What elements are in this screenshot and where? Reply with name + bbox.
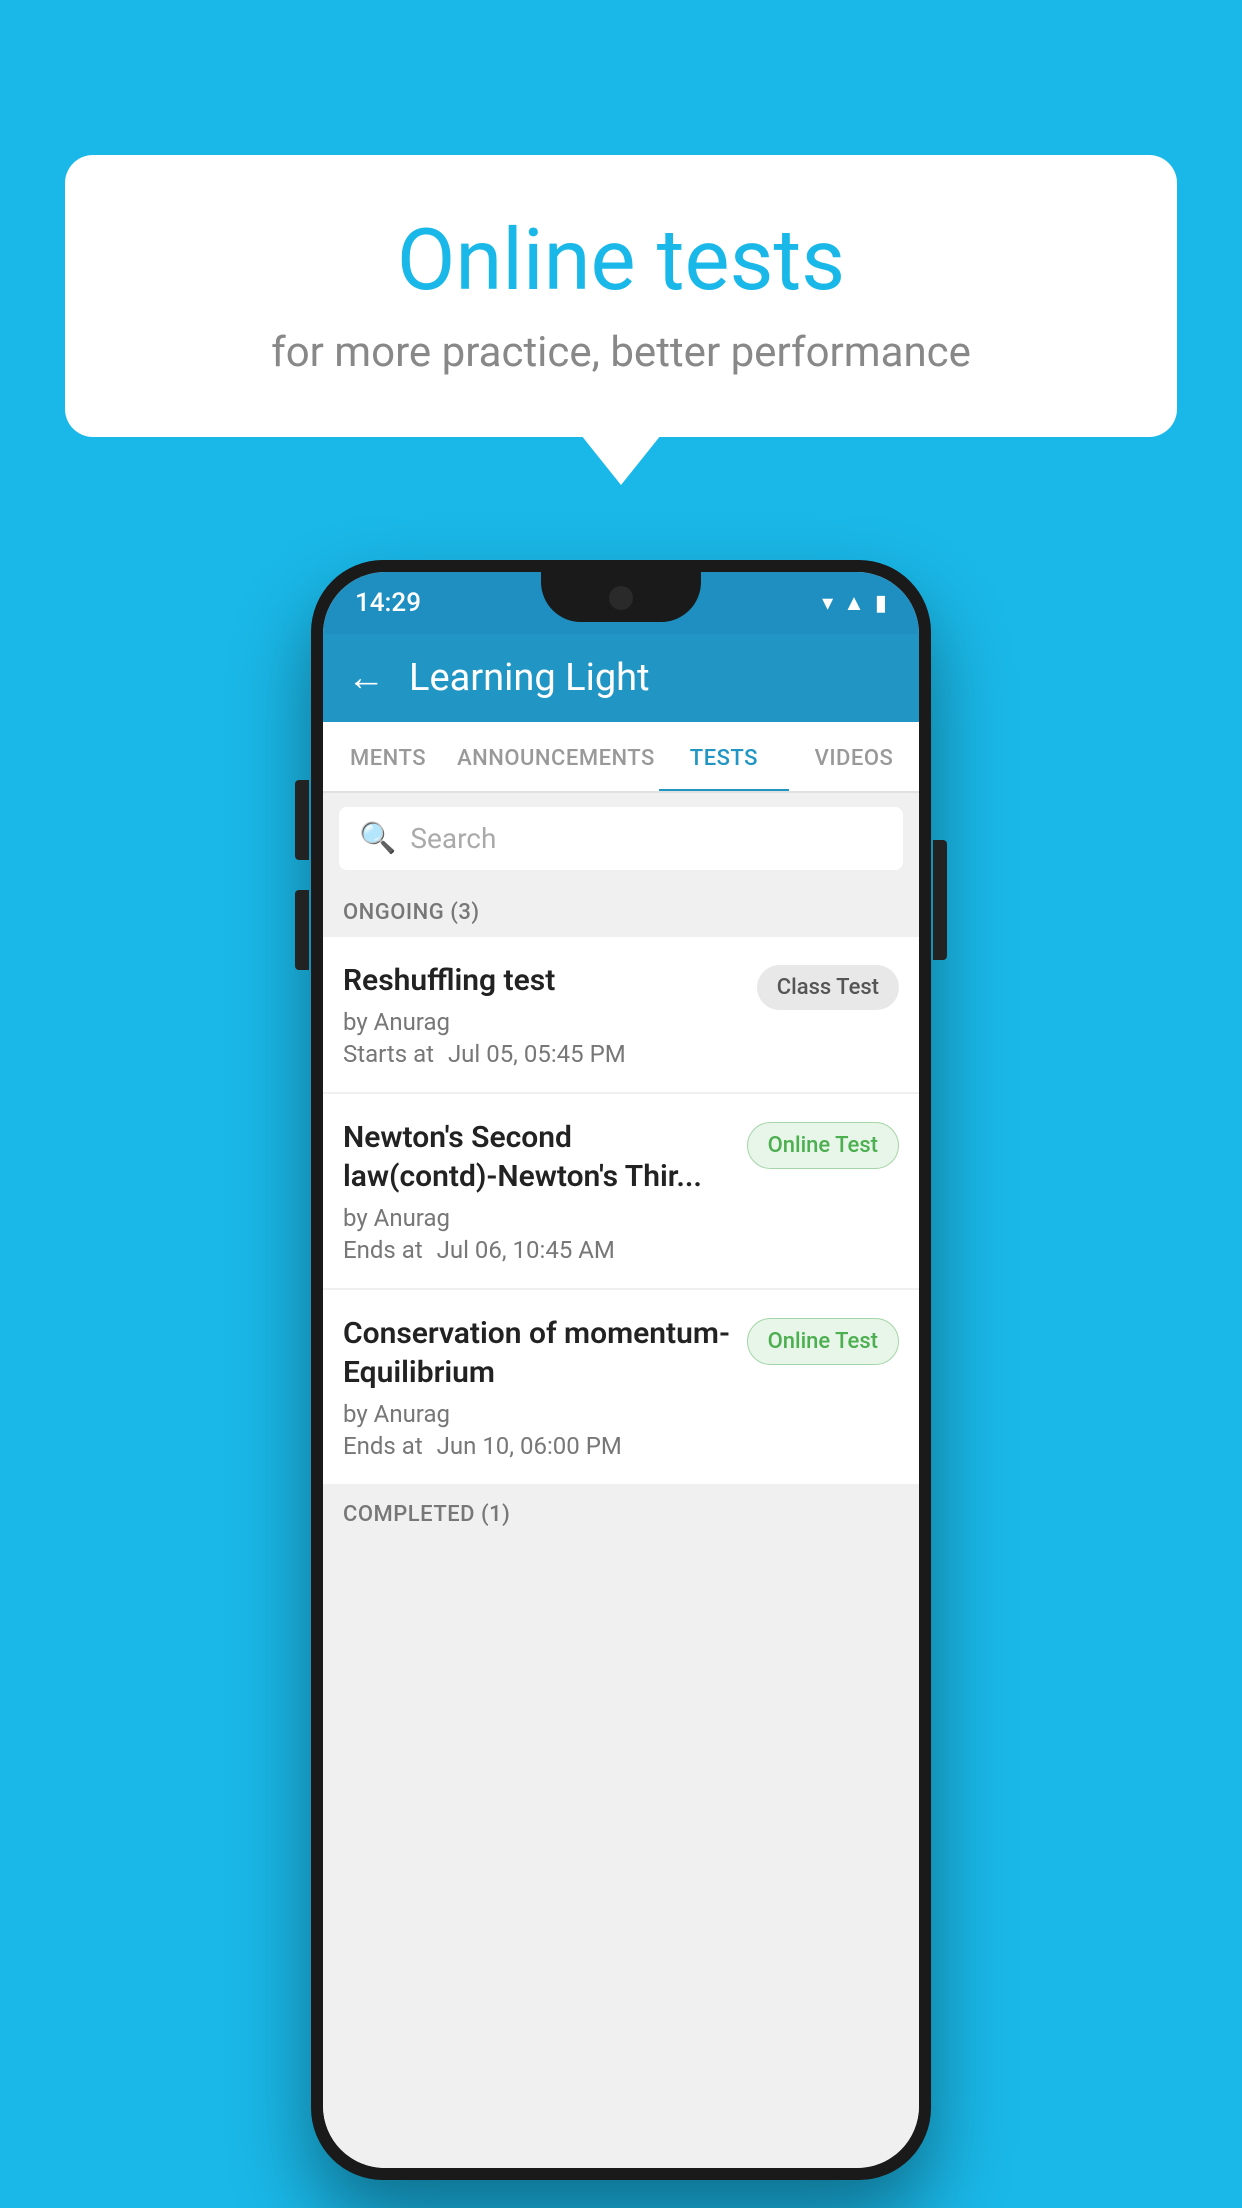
test-author-3: by Anurag [343,1400,731,1428]
volume-down-button [295,890,309,970]
test-author-2: by Anurag [343,1204,731,1232]
test-item-2[interactable]: Newton's Second law(contd)-Newton's Thir… [323,1094,919,1288]
test-name-1: Reshuffling test [343,961,741,1000]
date-label-2: Ends at [343,1236,423,1264]
tab-tests[interactable]: TESTS [659,722,789,791]
camera [609,586,633,610]
phone-outer: 14:29 ▾ ▲ ▮ ← Learning Light MENTS ANNOU… [311,560,931,2180]
signal-icon: ▲ [843,590,865,616]
test-date-1: Starts at Jul 05, 05:45 PM [343,1040,741,1068]
notch [541,572,701,622]
speech-bubble: Online tests for more practice, better p… [65,155,1177,437]
date-value-3: Jun 10, 06:00 PM [437,1432,622,1460]
power-button [933,840,947,960]
date-label-3: Ends at [343,1432,423,1460]
test-badge-3: Online Test [747,1318,899,1365]
app-title: Learning Light [409,656,650,700]
test-info-1: Reshuffling test by Anurag Starts at Jul… [343,961,741,1068]
date-value-1: Jul 05, 05:45 PM [448,1040,626,1068]
date-value-2: Jul 06, 10:45 AM [437,1236,615,1264]
content-area: ONGOING (3) Reshuffling test by Anurag S… [323,884,919,2168]
test-badge-1: Class Test [757,965,899,1010]
status-time: 14:29 [355,588,421,618]
speech-bubble-container: Online tests for more practice, better p… [65,155,1177,437]
test-info-2: Newton's Second law(contd)-Newton's Thir… [343,1118,731,1264]
back-arrow-icon[interactable]: ← [347,656,385,700]
test-author-1: by Anurag [343,1008,741,1036]
ongoing-section-header: ONGOING (3) [323,884,919,937]
test-info-3: Conservation of momentum-Equilibrium by … [343,1314,731,1460]
search-bar[interactable]: 🔍 Search [339,807,903,870]
test-name-2: Newton's Second law(contd)-Newton's Thir… [343,1118,731,1196]
completed-section-header: COMPLETED (1) [323,1486,919,1537]
date-label-1: Starts at [343,1040,434,1068]
test-name-3: Conservation of momentum-Equilibrium [343,1314,731,1392]
battery-icon: ▮ [875,591,887,616]
status-icons: ▾ ▲ ▮ [822,590,887,616]
search-input[interactable]: Search [410,822,496,855]
test-badge-2: Online Test [747,1122,899,1169]
test-item-1[interactable]: Reshuffling test by Anurag Starts at Jul… [323,937,919,1092]
tab-videos[interactable]: VIDEOS [789,722,919,791]
phone-screen: 14:29 ▾ ▲ ▮ ← Learning Light MENTS ANNOU… [323,572,919,2168]
test-date-2: Ends at Jul 06, 10:45 AM [343,1236,731,1264]
test-item-3[interactable]: Conservation of momentum-Equilibrium by … [323,1290,919,1484]
app-header: ← Learning Light [323,634,919,722]
status-bar: 14:29 ▾ ▲ ▮ [323,572,919,634]
bubble-subtitle: for more practice, better performance [125,328,1117,377]
tabs-container: MENTS ANNOUNCEMENTS TESTS VIDEOS [323,722,919,793]
bubble-title: Online tests [125,210,1117,310]
phone-device: 14:29 ▾ ▲ ▮ ← Learning Light MENTS ANNOU… [311,560,931,2180]
volume-up-button [295,780,309,860]
search-icon: 🔍 [359,821,396,856]
test-date-3: Ends at Jun 10, 06:00 PM [343,1432,731,1460]
wifi-icon: ▾ [822,591,833,616]
search-container: 🔍 Search [323,793,919,884]
tab-announcements[interactable]: ANNOUNCEMENTS [453,722,659,791]
tab-ments[interactable]: MENTS [323,722,453,791]
